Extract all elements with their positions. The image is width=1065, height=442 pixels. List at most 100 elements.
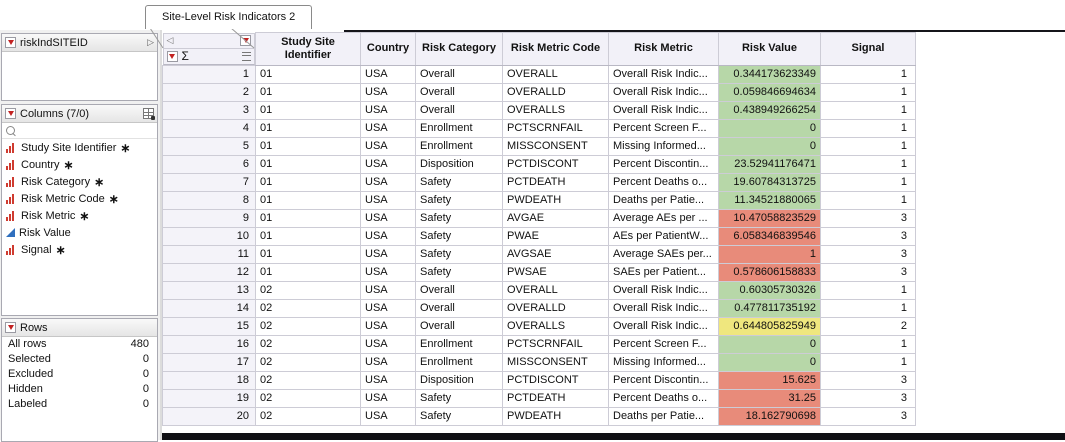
cell-risk-value[interactable]: 10.47058823529 (719, 209, 821, 227)
rows-stat[interactable]: Excluded0 (2, 367, 157, 382)
cell-risk-metric-code[interactable]: OVERALLD (503, 83, 609, 101)
cell-study-site[interactable]: 01 (256, 137, 361, 155)
cell-risk-metric[interactable]: Percent Deaths o... (609, 389, 719, 407)
cell-risk-metric-code[interactable]: PCTSCRNFAIL (503, 119, 609, 137)
cell-signal[interactable]: 1 (821, 119, 916, 137)
cell-risk-value[interactable]: 0.059846694634 (719, 83, 821, 101)
cell-country[interactable]: USA (361, 101, 416, 119)
cell-signal[interactable]: 1 (821, 353, 916, 371)
cell-risk-value[interactable]: 0.344173623349 (719, 65, 821, 83)
cell-signal[interactable]: 1 (821, 335, 916, 353)
cell-signal[interactable]: 3 (821, 371, 916, 389)
row-number[interactable]: 4 (163, 119, 256, 137)
cell-risk-metric-code[interactable]: PCTSCRNFAIL (503, 335, 609, 353)
cell-study-site[interactable]: 02 (256, 371, 361, 389)
cell-country[interactable]: USA (361, 227, 416, 245)
cell-risk-metric[interactable]: SAEs per Patient... (609, 263, 719, 281)
cell-risk-metric[interactable]: Overall Risk Indic... (609, 83, 719, 101)
cell-signal[interactable]: 3 (821, 227, 916, 245)
row-number[interactable]: 13 (163, 281, 256, 299)
cell-country[interactable]: USA (361, 407, 416, 425)
cell-signal[interactable]: 1 (821, 137, 916, 155)
cell-risk-category[interactable]: Safety (416, 263, 503, 281)
cell-risk-value[interactable]: 0.438949266254 (719, 101, 821, 119)
cell-risk-metric-code[interactable]: PWSAE (503, 263, 609, 281)
cell-risk-category[interactable]: Enrollment (416, 335, 503, 353)
red-triangle-menu-icon[interactable] (5, 322, 16, 333)
cell-risk-category[interactable]: Enrollment (416, 119, 503, 137)
row-number[interactable]: 18 (163, 371, 256, 389)
cell-signal[interactable]: 3 (821, 389, 916, 407)
cell-country[interactable]: USA (361, 119, 416, 137)
cell-risk-metric[interactable]: Overall Risk Indic... (609, 101, 719, 119)
row-number[interactable]: 2 (163, 83, 256, 101)
cell-study-site[interactable]: 01 (256, 263, 361, 281)
cell-risk-category[interactable]: Disposition (416, 155, 503, 173)
cell-risk-metric-code[interactable]: PWDEATH (503, 407, 609, 425)
cell-country[interactable]: USA (361, 155, 416, 173)
row-number[interactable]: 3 (163, 101, 256, 119)
cell-risk-metric-code[interactable]: OVERALL (503, 65, 609, 83)
cell-country[interactable]: USA (361, 317, 416, 335)
rows-stat[interactable]: Selected0 (2, 352, 157, 367)
cell-risk-value[interactable]: 0 (719, 353, 821, 371)
cell-study-site[interactable]: 01 (256, 245, 361, 263)
row-number[interactable]: 9 (163, 209, 256, 227)
cell-country[interactable]: USA (361, 389, 416, 407)
cell-study-site[interactable]: 02 (256, 407, 361, 425)
cell-risk-metric-code[interactable]: MISSCONSENT (503, 137, 609, 155)
column-header[interactable]: Study Site Identifier (256, 33, 361, 66)
cell-risk-value[interactable]: 1 (719, 245, 821, 263)
cell-study-site[interactable]: 01 (256, 155, 361, 173)
cell-study-site[interactable]: 01 (256, 227, 361, 245)
cell-study-site[interactable]: 02 (256, 281, 361, 299)
row-number[interactable]: 10 (163, 227, 256, 245)
red-triangle-menu-icon[interactable] (5, 108, 16, 119)
cell-risk-value[interactable]: 6.058346839546 (719, 227, 821, 245)
sigma-icon[interactable]: Σ (182, 50, 189, 63)
cell-country[interactable]: USA (361, 281, 416, 299)
cell-country[interactable]: USA (361, 371, 416, 389)
cell-study-site[interactable]: 02 (256, 353, 361, 371)
row-number[interactable]: 19 (163, 389, 256, 407)
cell-risk-metric[interactable]: Deaths per Patie... (609, 407, 719, 425)
cell-signal[interactable]: 1 (821, 155, 916, 173)
cell-signal[interactable]: 1 (821, 191, 916, 209)
cell-risk-value[interactable]: 15.625 (719, 371, 821, 389)
column-item[interactable]: Country∗ (2, 156, 157, 173)
cell-risk-metric-code[interactable]: PWAE (503, 227, 609, 245)
columns-manager-icon[interactable] (143, 108, 154, 119)
cell-risk-category[interactable]: Enrollment (416, 137, 503, 155)
cell-signal[interactable]: 3 (821, 209, 916, 227)
red-triangle-menu-icon[interactable] (5, 37, 16, 48)
column-header[interactable]: Risk Metric Code (503, 33, 609, 66)
cell-study-site[interactable]: 01 (256, 83, 361, 101)
cell-risk-metric[interactable]: Overall Risk Indic... (609, 299, 719, 317)
cell-study-site[interactable]: 01 (256, 101, 361, 119)
cell-risk-category[interactable]: Overall (416, 317, 503, 335)
cell-risk-value[interactable]: 0.644805825949 (719, 317, 821, 335)
cell-risk-category[interactable]: Disposition (416, 371, 503, 389)
column-header[interactable]: Risk Value (719, 33, 821, 66)
column-header[interactable]: Signal (821, 33, 916, 66)
cell-country[interactable]: USA (361, 65, 416, 83)
cell-risk-value[interactable]: 31.25 (719, 389, 821, 407)
column-header[interactable]: Country (361, 33, 416, 66)
cell-signal[interactable]: 1 (821, 83, 916, 101)
cell-study-site[interactable]: 02 (256, 335, 361, 353)
table-tab[interactable]: Site-Level Risk Indicators 2 (145, 5, 312, 29)
row-number[interactable]: 20 (163, 407, 256, 425)
row-number[interactable]: 15 (163, 317, 256, 335)
cell-risk-metric[interactable]: Missing Informed... (609, 353, 719, 371)
cell-risk-value[interactable]: 0 (719, 335, 821, 353)
cell-risk-metric[interactable]: Percent Discontin... (609, 155, 719, 173)
cell-risk-category[interactable]: Safety (416, 173, 503, 191)
cell-country[interactable]: USA (361, 335, 416, 353)
cell-country[interactable]: USA (361, 83, 416, 101)
cell-risk-metric-code[interactable]: AVGSAE (503, 245, 609, 263)
cell-risk-metric[interactable]: Percent Discontin... (609, 371, 719, 389)
cell-risk-metric-code[interactable]: OVERALLS (503, 317, 609, 335)
row-number[interactable]: 7 (163, 173, 256, 191)
cell-study-site[interactable]: 01 (256, 65, 361, 83)
column-header[interactable]: Risk Metric (609, 33, 719, 66)
